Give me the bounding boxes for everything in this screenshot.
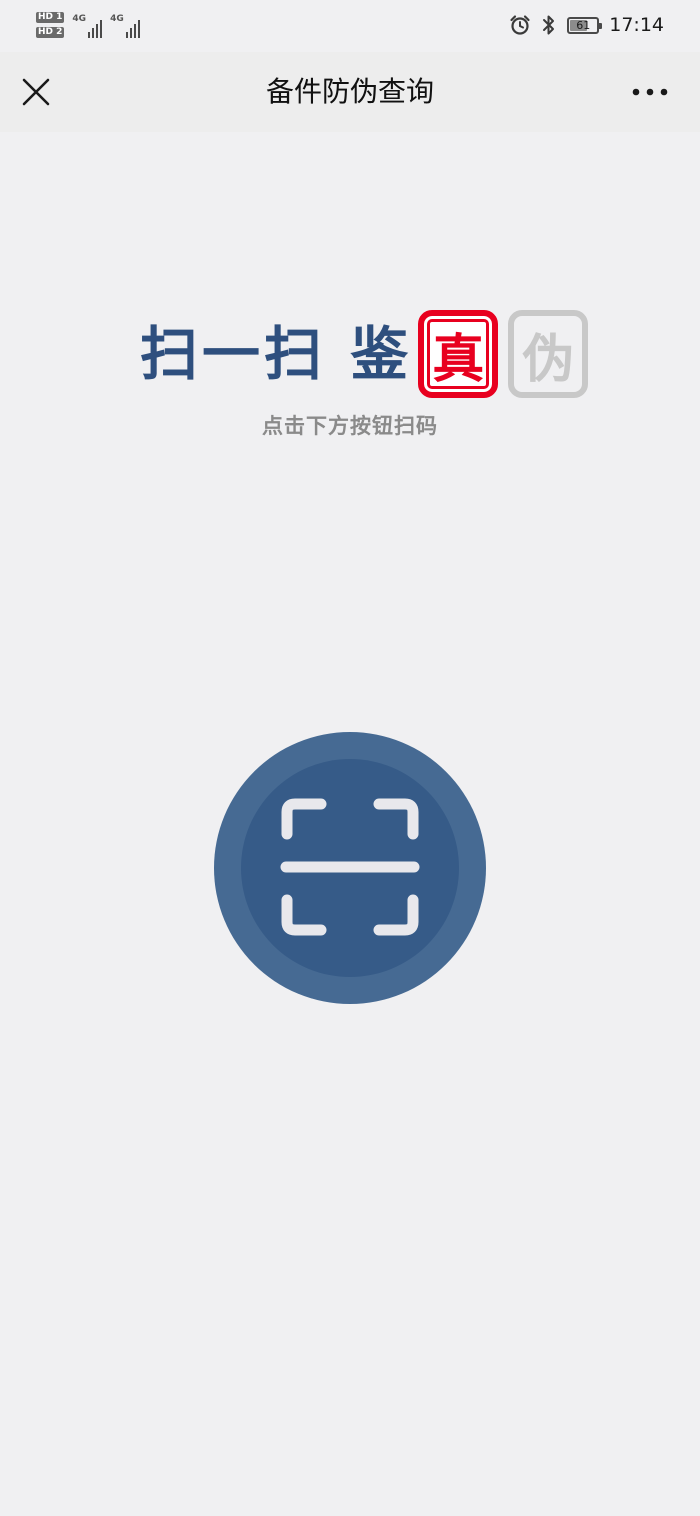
hero-banner: 扫一扫 鉴 真 伪 [0,300,700,410]
page-title: 备件防伪查询 [265,75,434,108]
sim1-badge: HD 1 [36,12,65,23]
close-icon[interactable] [18,74,54,110]
bluetooth-icon [543,15,555,35]
signal-strength-icon [125,18,140,38]
signal-group-2: 4G [110,12,140,38]
status-time: 17:14 [609,14,664,36]
sim-indicators: HD 1 HD 2 [36,12,65,38]
battery-level: 61 [576,18,591,32]
alarm-icon [510,15,530,35]
status-bar: HD 1 HD 2 4G 4G 61 17:14 [0,0,700,52]
scan-hint: 点击下方按钮扫码 [262,414,438,438]
network-type-2: 4G [110,14,124,24]
status-right: 61 17:14 [509,9,664,41]
signal-group-1: 4G [72,12,103,38]
more-icon[interactable] [630,74,670,110]
authentic-tag: 真 [418,310,499,398]
counterfeit-tag: 伪 [508,310,589,398]
battery-icon: 61 [567,16,603,34]
scan-icon [280,798,420,936]
scan-button[interactable] [214,732,486,1004]
hero-row: 扫一扫 鉴 真 伪 [140,306,589,402]
status-left: HD 1 HD 2 4G 4G [36,9,140,41]
network-type-1: 4G [72,14,87,24]
nav-bar: 备件防伪查询 [0,52,700,132]
signal-strength-icon [88,18,103,38]
sim2-badge: HD 2 [36,27,65,38]
hero-headline: 扫一扫 鉴 [140,320,413,388]
